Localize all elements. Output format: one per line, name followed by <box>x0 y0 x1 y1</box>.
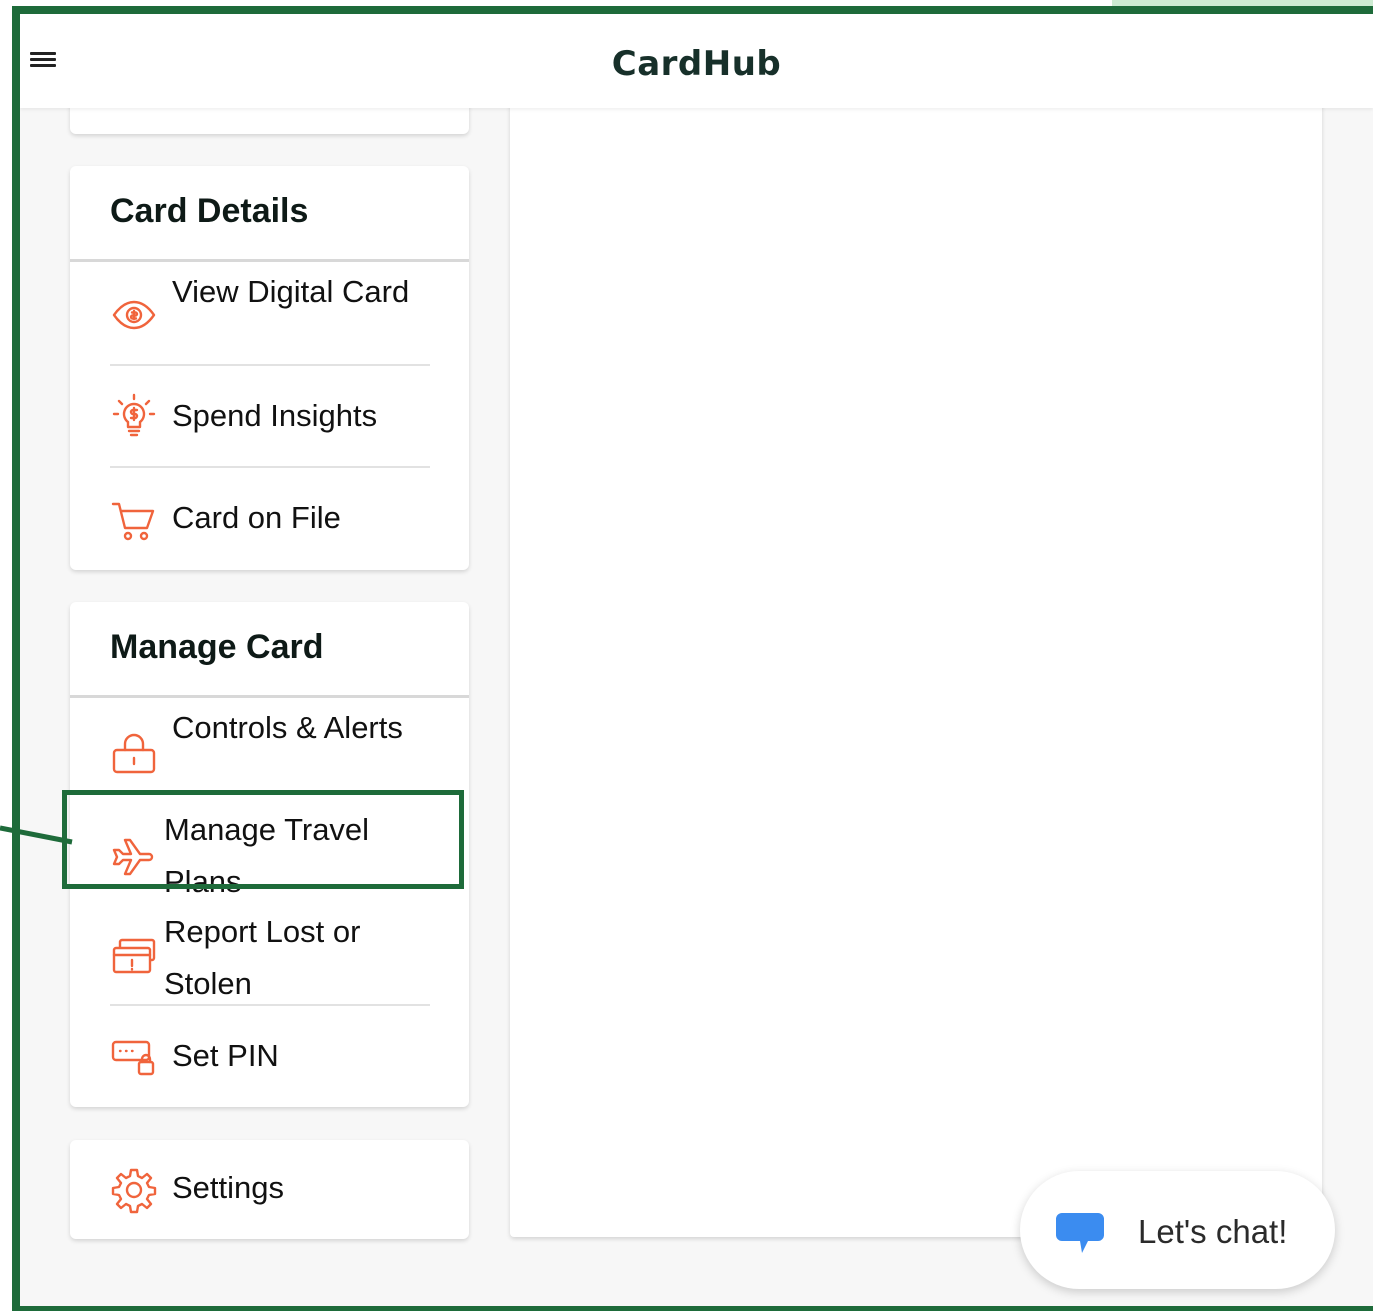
section-title-card-details: Card Details <box>110 192 309 230</box>
menu-item-label: Set PIN <box>172 1038 279 1073</box>
section-divider <box>70 695 469 698</box>
section-divider <box>70 259 469 262</box>
section-title-manage-card: Manage Card <box>110 628 324 666</box>
menu-item-report-lost-stolen[interactable]: Report Lost or Stolen <box>110 906 430 1002</box>
app-header: CardHub <box>20 14 1373 108</box>
menu-item-label: Controls & Alerts <box>172 710 403 745</box>
menu-item-label: Spend Insights <box>172 398 378 433</box>
chat-bubble-icon <box>1056 1211 1104 1255</box>
card-details-card: Card Details View Digital Card Spend Ins… <box>70 166 469 570</box>
menu-item-label: Card on File <box>172 500 341 535</box>
menu-item-label: Manage Travel Plans <box>164 812 370 899</box>
item-divider <box>110 364 430 366</box>
item-divider <box>110 466 430 468</box>
menu-item-card-on-file[interactable]: Card on File <box>110 492 430 546</box>
menu-item-label: Settings <box>172 1170 285 1205</box>
gear-icon <box>110 1166 158 1214</box>
pin-keypad-icon <box>110 1032 158 1080</box>
item-divider <box>110 1004 430 1006</box>
lock-icon <box>110 730 158 778</box>
airplane-icon <box>110 830 158 878</box>
menu-item-label: Report Lost or Stolen <box>164 914 361 1001</box>
main-content-panel <box>510 74 1322 1237</box>
chat-button[interactable]: Let's chat! <box>1020 1171 1335 1289</box>
app-title: CardHub <box>611 44 782 84</box>
chat-label: Let's chat! <box>1138 1213 1288 1250</box>
eye-icon <box>110 291 158 339</box>
settings-card: Settings <box>70 1140 469 1239</box>
manage-card-card: Manage Card Controls & Alerts Manage Tra… <box>70 602 469 1107</box>
menu-item-view-digital-card[interactable]: View Digital Card <box>110 266 430 362</box>
lightbulb-dollar-icon <box>110 392 158 440</box>
menu-item-manage-travel-plans[interactable]: Manage Travel Plans <box>110 804 430 900</box>
menu-item-controls-alerts[interactable]: Controls & Alerts <box>110 702 430 798</box>
menu-item-spend-insights[interactable]: Spend Insights <box>110 390 430 444</box>
card-alert-icon <box>110 932 158 980</box>
menu-item-settings[interactable]: Settings <box>110 1162 430 1216</box>
menu-item-set-pin[interactable]: Set PIN <box>110 1030 430 1084</box>
menu-item-label: View Digital Card <box>172 274 410 309</box>
shopping-cart-icon <box>110 496 158 544</box>
app-frame: CardHub Card Details View Digital Card S… <box>12 6 1373 1311</box>
